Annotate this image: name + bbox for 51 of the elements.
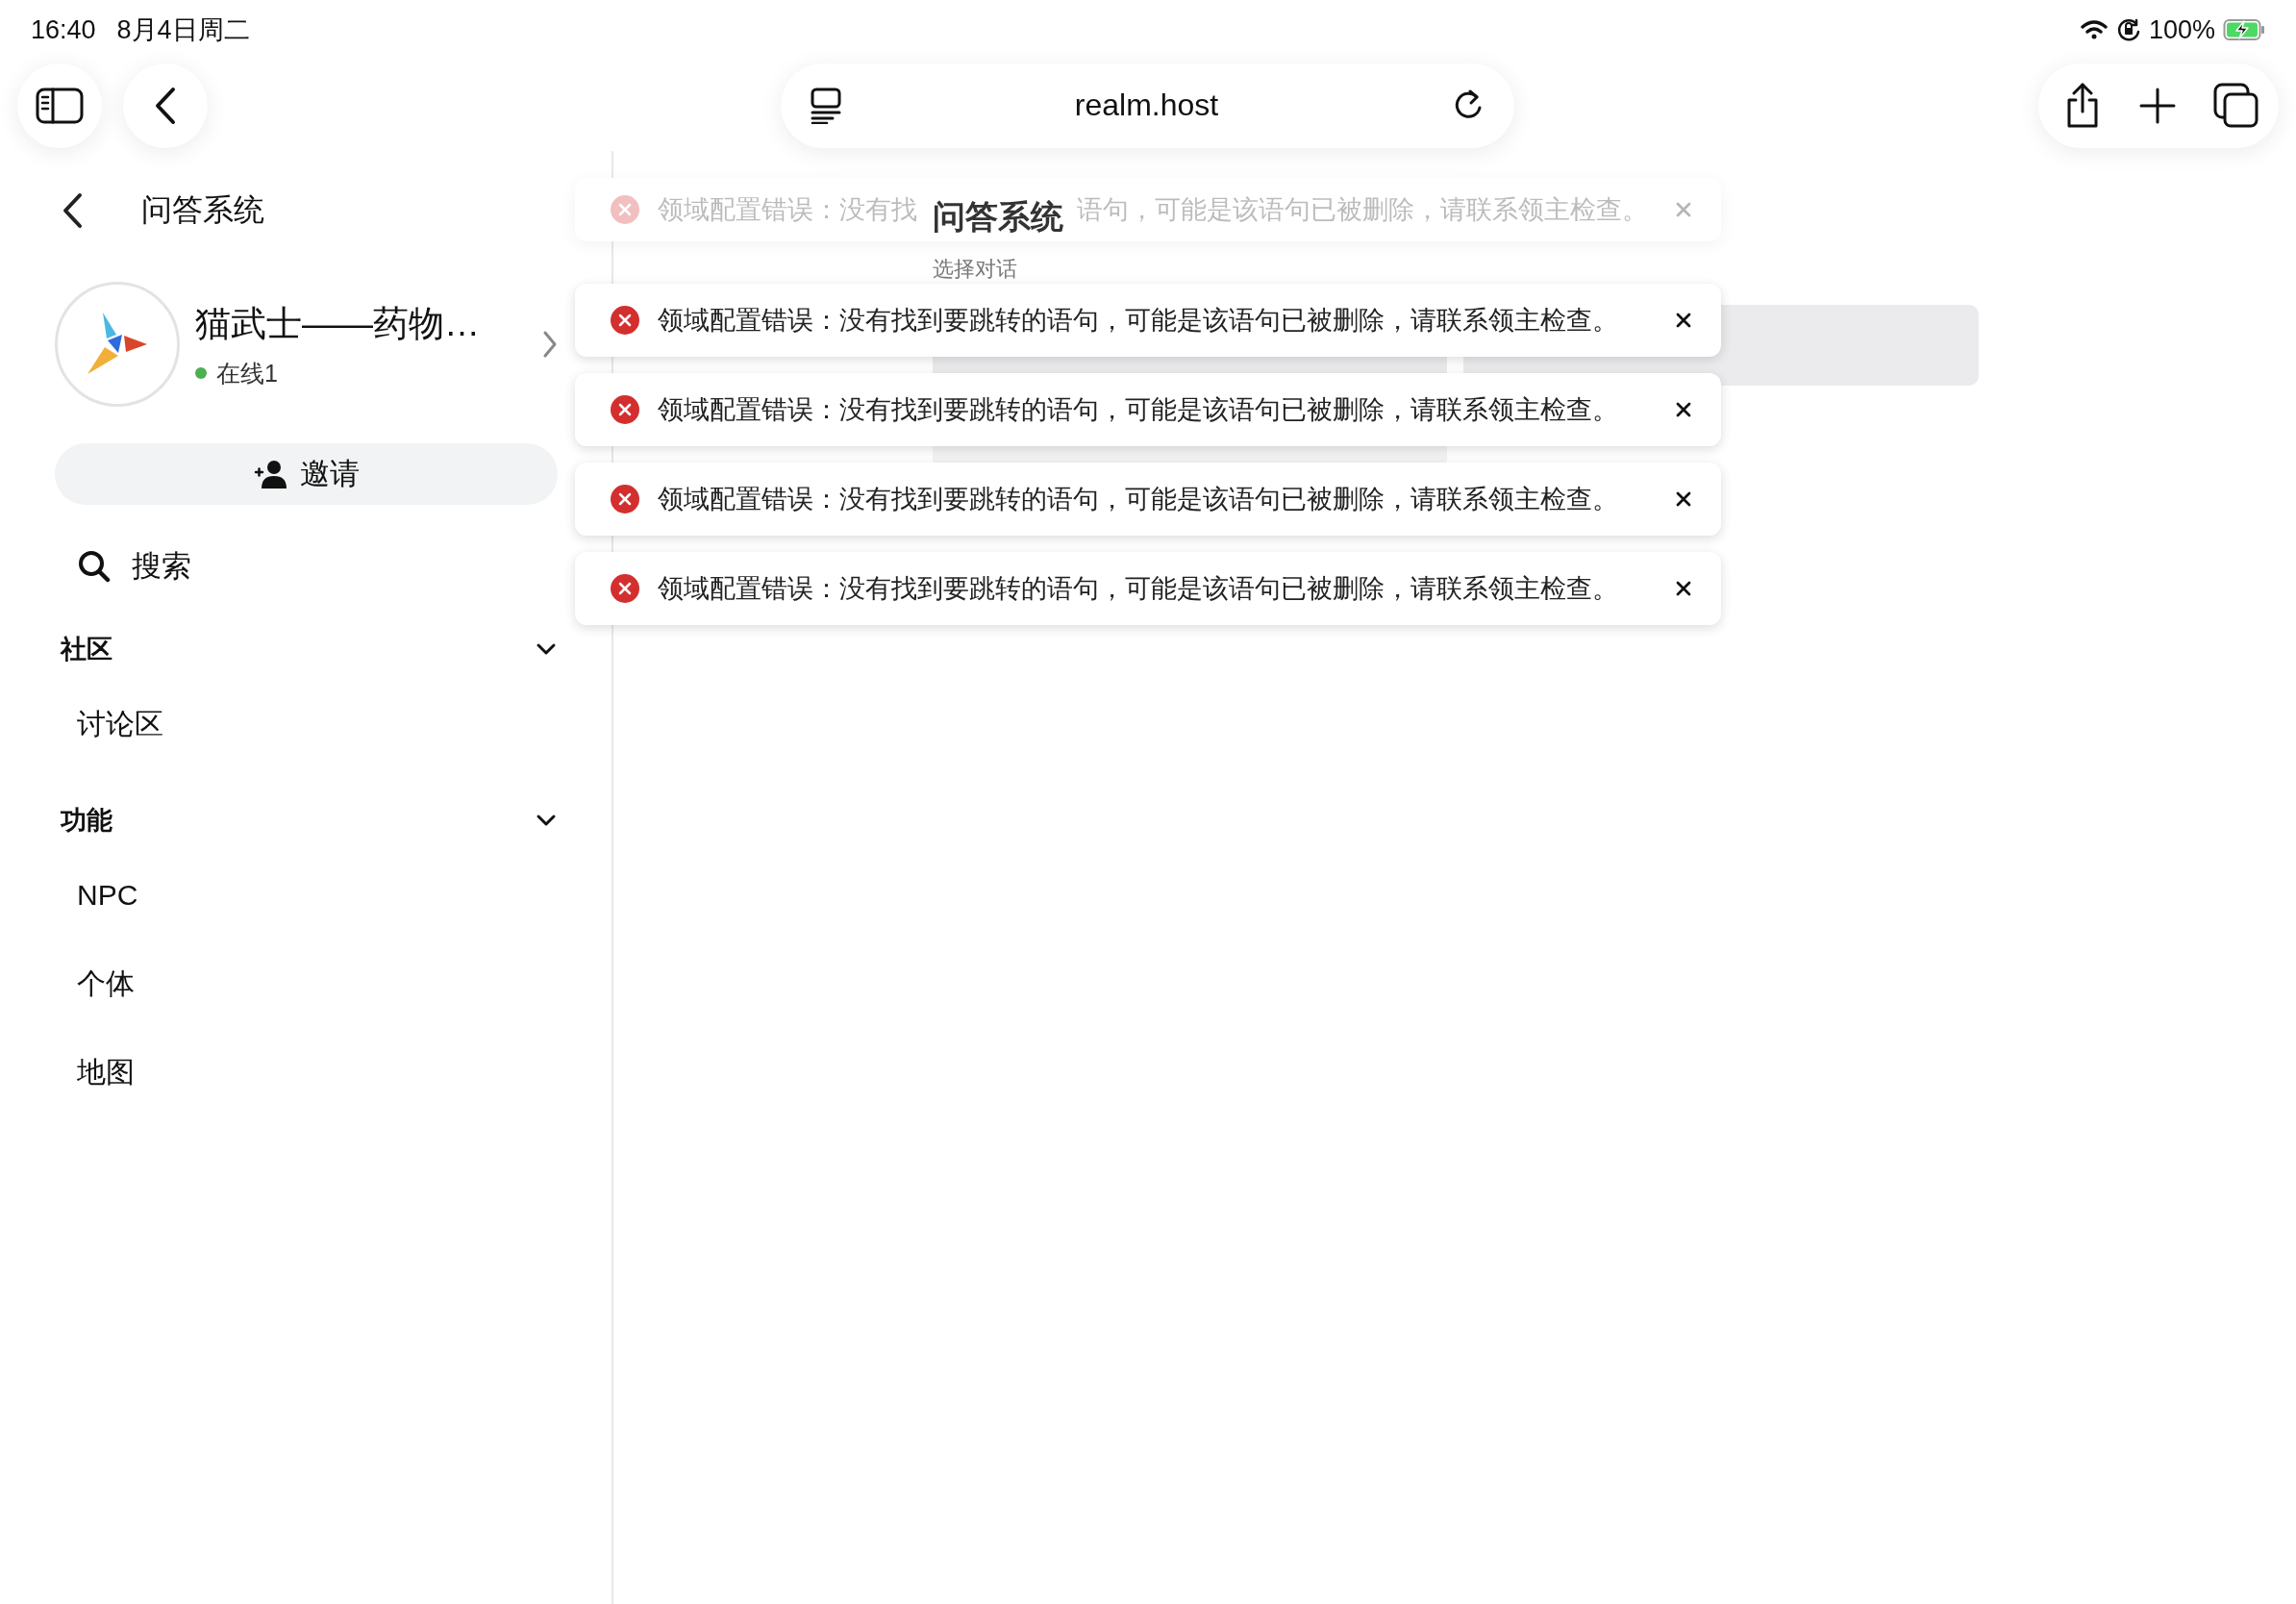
- error-icon: [610, 305, 640, 336]
- chevron-left-icon[interactable]: [61, 191, 84, 230]
- error-icon: [610, 194, 640, 225]
- toast-message: 领域配置错误：没有找到要跳转的语句，可能是该语句已被删除，请联系领主检查。: [658, 484, 1618, 515]
- url-text: realm.host: [1074, 88, 1219, 123]
- toast-message: 领域配置错误：没有找到要跳转的语句，可能是该语句已被删除，请联系领主检查。: [658, 394, 1618, 426]
- date-text: 8月4日周二: [116, 14, 250, 46]
- sidebar-icon: [36, 86, 84, 125]
- search-label: 搜索: [132, 548, 191, 585]
- error-icon: [610, 573, 640, 604]
- nav-item[interactable]: 地图: [55, 1028, 558, 1116]
- clock-time: 16:40: [31, 14, 96, 45]
- toast-message: 领域配置错误：没有找到要跳转的语句，可能是该语句已被删除，请联系领主检查。: [658, 305, 1618, 337]
- close-button[interactable]: [1675, 401, 1692, 418]
- page-subtitle: 选择对话: [933, 256, 1017, 283]
- close-icon: [1675, 312, 1692, 329]
- nav-item[interactable]: 讨论区: [55, 680, 558, 768]
- address-bar[interactable]: realm.host: [781, 63, 1514, 148]
- section-title: 功能: [61, 805, 112, 837]
- orientation-lock-icon: [2115, 17, 2141, 42]
- toast-message: 语句，可能是该语句已被删除，请联系领主检查。: [1077, 194, 1648, 226]
- realm-name: 猫武士——药物…: [195, 302, 481, 345]
- online-dot: [195, 367, 207, 379]
- toast-message: 领域配置错误：没有找到要跳转的语句，可能是该语句已被删除，请联系领主检查。: [658, 573, 1618, 605]
- search-item[interactable]: 搜索: [55, 536, 558, 597]
- wifi-icon: [2079, 18, 2109, 41]
- page-title: 问答系统: [933, 197, 1063, 236]
- plus-icon[interactable]: [2138, 86, 2177, 125]
- nav-item[interactable]: 个体: [55, 940, 558, 1028]
- battery-percent: 100%: [2148, 14, 2215, 45]
- close-icon: [1675, 580, 1692, 597]
- online-count: 在线1: [216, 358, 278, 388]
- page-menu-icon[interactable]: [810, 87, 842, 124]
- chevron-left-icon: [154, 86, 177, 125]
- error-icon: [610, 484, 640, 514]
- close-button[interactable]: [1675, 490, 1692, 508]
- close-button[interactable]: [1675, 312, 1692, 329]
- section-title: 社区: [61, 634, 112, 665]
- nav-item[interactable]: NPC: [55, 851, 558, 940]
- close-icon: [1675, 490, 1692, 508]
- sidebar-title: 问答系统: [141, 191, 264, 229]
- close-icon: [1675, 201, 1692, 218]
- close-button[interactable]: [1675, 580, 1692, 597]
- tabs-icon[interactable]: [2213, 82, 2259, 129]
- close-icon: [1675, 401, 1692, 418]
- add-person-icon: [253, 460, 287, 489]
- error-icon: [610, 394, 640, 425]
- search-icon: [78, 550, 111, 583]
- invite-button[interactable]: 邀请: [55, 443, 558, 505]
- chevron-right-icon[interactable]: [542, 330, 558, 359]
- toast-message: 领域配置错误：没有找: [658, 194, 917, 226]
